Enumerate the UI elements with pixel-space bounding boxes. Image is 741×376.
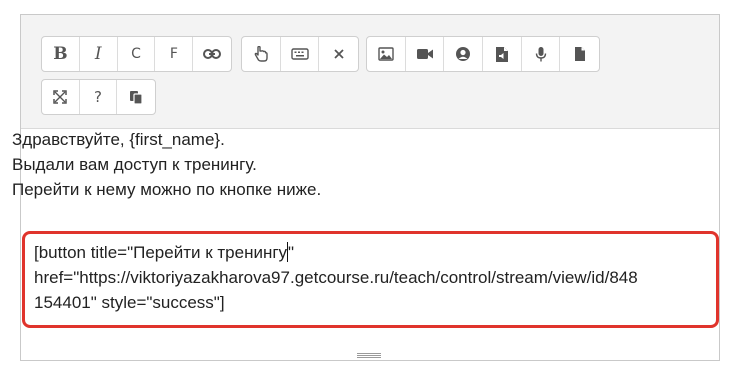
microphone-button[interactable] <box>522 37 561 71</box>
button-shortcode[interactable]: [button title="Перейти к тренингу" href=… <box>34 240 714 315</box>
microphone-icon <box>535 46 546 61</box>
fullscreen-button[interactable] <box>42 80 80 114</box>
shortcode-title: [button title="Перейти к тренингу <box>34 243 288 262</box>
audio-file-button[interactable] <box>483 37 522 71</box>
insert-group <box>241 36 359 72</box>
media-group <box>366 36 600 72</box>
resize-handle[interactable] <box>357 353 381 359</box>
help-button[interactable]: ? <box>80 80 118 114</box>
close-icon <box>334 49 344 59</box>
video-camera-icon <box>416 49 433 59</box>
remove-format-button[interactable] <box>319 37 358 71</box>
bold-button[interactable]: B <box>42 37 80 71</box>
question-icon: ? <box>94 88 102 106</box>
link-icon <box>203 49 222 59</box>
link-button[interactable] <box>193 37 231 71</box>
file-button[interactable] <box>560 37 599 71</box>
font-button[interactable]: F <box>155 37 194 71</box>
shortcode-line-1: [button title="Перейти к тренингу" <box>34 240 714 265</box>
copy-button[interactable] <box>117 80 155 114</box>
color-button[interactable]: C <box>118 37 156 71</box>
access-line: Выдали вам доступ к тренингу. <box>12 155 257 174</box>
image-button[interactable] <box>367 37 406 71</box>
color-icon: C <box>131 46 141 62</box>
user-circle-icon <box>456 47 471 61</box>
font-icon: F <box>169 46 178 62</box>
format-group: B I C F <box>41 36 232 72</box>
tools-group: ? <box>41 79 156 115</box>
copy-icon <box>130 90 143 105</box>
image-icon <box>378 47 394 61</box>
editor-content[interactable]: Здравствуйте, {first_name}. Выдали вам д… <box>12 127 692 202</box>
file-icon <box>574 47 585 61</box>
expand-icon <box>53 90 68 104</box>
user-button[interactable] <box>444 37 484 71</box>
instruction-line: Перейти к нему можно по кнопке ниже. <box>12 180 322 199</box>
italic-icon: I <box>94 44 102 64</box>
video-button[interactable] <box>406 37 445 71</box>
keyboard-icon <box>290 48 309 60</box>
keyboard-button[interactable] <box>281 37 320 71</box>
pointer-hand-icon <box>254 46 268 62</box>
editor-toolbar: B I C F ? <box>21 15 719 129</box>
shortcode-line-3: 154401" style="success"] <box>34 293 225 312</box>
button-insert-button[interactable] <box>242 37 281 71</box>
shortcode-line-2: href="https://viktoriyazakharova97.getco… <box>34 268 638 287</box>
bold-icon: B <box>53 44 68 64</box>
italic-button[interactable]: I <box>80 37 118 71</box>
greeting-line: Здравствуйте, {first_name}. <box>12 130 225 149</box>
shortcode-quote: " <box>288 243 295 262</box>
audio-file-icon <box>495 46 508 62</box>
